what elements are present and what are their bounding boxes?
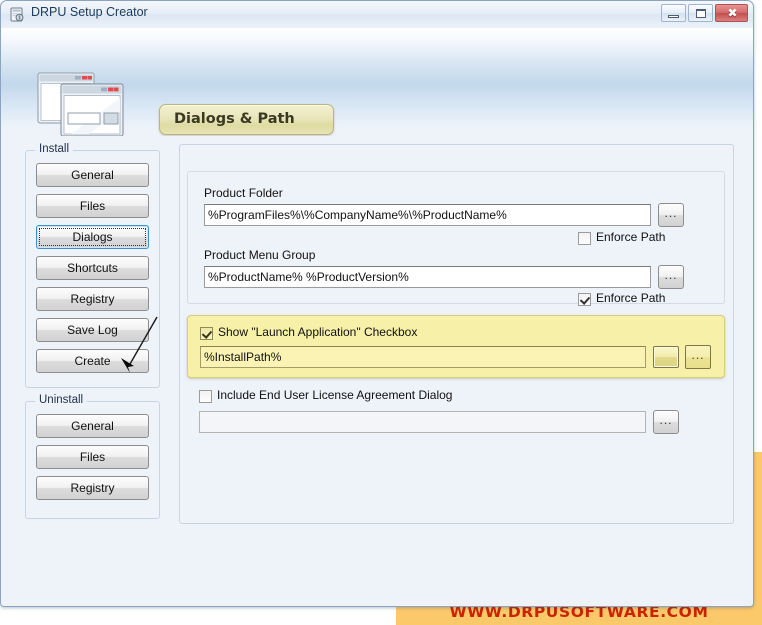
show-launch-application-label: Show "Launch Application" Checkbox: [218, 325, 418, 339]
include-eula-label: Include End User License Agreement Dialo…: [217, 388, 453, 402]
minimize-button[interactable]: [661, 4, 686, 22]
header-banner: Dialogs & Path: [1, 28, 753, 137]
eula-path-input[interactable]: [199, 411, 646, 433]
install-group: Install General Files Dialogs Shortcuts …: [25, 143, 160, 388]
product-menu-group-enforce-path-label: Enforce Path: [596, 291, 666, 305]
title-bar: DRPU Setup Creator ✖: [1, 1, 753, 29]
uninstall-group-legend: Uninstall: [35, 394, 88, 406]
maximize-icon: [696, 9, 706, 18]
launch-path-input[interactable]: %InstallPath%: [200, 346, 646, 368]
install-group-legend: Install: [35, 143, 74, 155]
sidebar-item-uninstall-general[interactable]: General: [36, 414, 149, 438]
sidebar-item-install-general[interactable]: General: [36, 163, 149, 187]
close-button[interactable]: ✖: [715, 4, 748, 22]
maximize-button[interactable]: [688, 4, 713, 22]
product-folder-input[interactable]: %ProgramFiles%\%CompanyName%\%ProductNam…: [204, 204, 651, 226]
page-title: Dialogs & Path: [174, 111, 295, 127]
sidebar-item-install-shortcuts[interactable]: Shortcuts: [36, 256, 149, 280]
main-panel: Product Folder %ProgramFiles%\%CompanyNa…: [179, 144, 734, 524]
product-folder-label: Product Folder: [204, 186, 283, 200]
product-menu-group-browse-button[interactable]: ...: [658, 265, 684, 289]
sidebar-item-uninstall-files[interactable]: Files: [36, 445, 149, 469]
product-menu-group-input[interactable]: %ProductName% %ProductVersion%: [204, 266, 651, 288]
product-folder-browse-button[interactable]: ...: [658, 203, 684, 227]
sidebar-item-install-registry[interactable]: Registry: [36, 287, 149, 311]
launch-browse-button[interactable]: ...: [685, 345, 711, 369]
product-menu-group-enforce-path-checkbox[interactable]: [578, 293, 591, 306]
minimize-icon: [668, 15, 679, 18]
uninstall-group: Uninstall General Files Registry: [25, 394, 160, 519]
eula-browse-button[interactable]: ...: [653, 410, 679, 434]
page-title-chip: Dialogs & Path: [159, 104, 334, 135]
body-area: Install General Files Dialogs Shortcuts …: [1, 136, 753, 606]
product-menu-group-label: Product Menu Group: [204, 248, 316, 262]
launch-pick-button[interactable]: [653, 346, 679, 368]
product-folder-enforce-path-label: Enforce Path: [596, 230, 666, 244]
sidebar-item-install-dialogs[interactable]: Dialogs: [36, 225, 149, 249]
sidebar-item-uninstall-registry[interactable]: Registry: [36, 476, 149, 500]
window-title: DRPU Setup Creator: [31, 5, 148, 19]
sidebar-item-install-create[interactable]: Create: [36, 349, 149, 373]
windows-dialog-illustration-icon: [37, 72, 127, 138]
launch-application-panel: Show "Launch Application" Checkbox %Inst…: [187, 315, 725, 378]
sidebar-item-install-save-log[interactable]: Save Log: [36, 318, 149, 342]
close-icon: ✖: [727, 6, 738, 20]
product-folder-enforce-path-checkbox[interactable]: [578, 232, 591, 245]
sidebar-item-install-files[interactable]: Files: [36, 194, 149, 218]
show-launch-application-checkbox[interactable]: [200, 327, 213, 340]
paths-group: Product Folder %ProgramFiles%\%CompanyNa…: [187, 171, 725, 306]
application-window: DRPU Setup Creator ✖ Dialogs & Path Inst…: [0, 0, 754, 607]
include-eula-checkbox[interactable]: [199, 390, 212, 403]
app-icon: [9, 7, 25, 23]
